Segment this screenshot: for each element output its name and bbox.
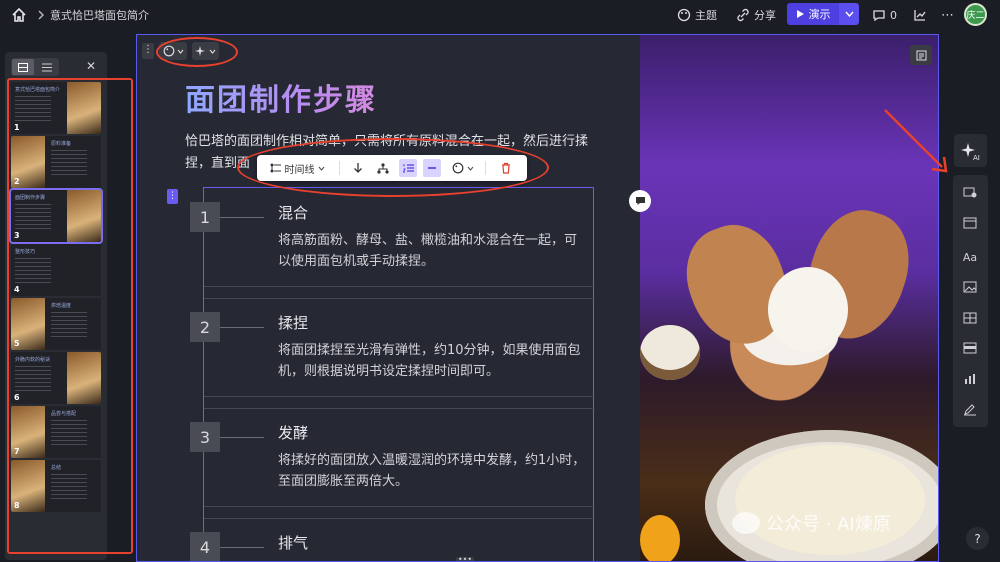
annotation-box-thumbnails [7,78,133,554]
close-panel-button[interactable]: ✕ [86,59,96,73]
step-divider [204,518,595,519]
annotation-oval-floating-toolbar [237,138,549,197]
step-connector-line [220,217,264,218]
grid-view-tab[interactable] [12,59,34,75]
step-divider [204,396,595,397]
thumbnail-view-tabs [11,58,59,76]
ai-assistant-button[interactable]: AI [954,134,987,167]
image-settings-button[interactable] [910,45,932,65]
document-title[interactable]: 意式恰巴塔面包简介 [50,7,149,23]
svg-text:AI: AI [973,154,980,161]
slide-heading[interactable]: 面团制作步骤 [185,75,377,119]
ai-sparkle-icon: AI [960,142,980,161]
insert-image-button[interactable] [962,279,978,295]
watermark-text: 公众号 · AI煉原 [766,514,891,535]
add-comment-bubble[interactable] [629,190,651,212]
image-menu-icon [916,50,926,60]
layout-icon [963,217,977,229]
insert-table-button[interactable] [962,340,978,356]
bar-chart-icon [965,374,975,384]
theme-label: 主题 [695,9,717,22]
comment-count: 0 [890,8,897,22]
block-drag-handle[interactable]: ⋮ [167,189,178,204]
slide-canvas[interactable]: ⋮ 面团制作步骤 恰巴塔的面团制作相对简单，只需将所有原料混合在一起，然后进行揉… [136,34,939,562]
pencil-icon [964,404,976,416]
edit-button[interactable] [962,402,978,418]
comments-button[interactable]: 0 [872,5,897,25]
step-number-badge: 2 [190,312,220,342]
step-title[interactable]: 混合 [278,202,308,223]
step-description[interactable]: 将面团揉捏至光滑有弹性，约10分钟，如果使用面包机，则根据说明书设定揉捏时间即可… [278,340,588,382]
slide-text-area: ⋮ 面团制作步骤 恰巴塔的面团制作相对简单，只需将所有原料混合在一起，然后进行揉… [137,35,640,561]
chevron-right-icon [38,10,44,20]
add-card-icon [963,187,977,198]
photo-dough-in-bowl [735,445,925,555]
present-label: 演示 [808,8,831,21]
photo-lemon [640,515,680,561]
step-connector-line [220,437,264,438]
more-menu-button[interactable]: ⋯ [941,5,954,25]
layout-button[interactable] [962,215,978,231]
insert-chart-button[interactable] [962,371,978,387]
more-options-handle[interactable]: ••• [456,556,474,561]
photo-dough-ball [768,267,848,352]
step-divider [204,408,595,409]
grid-icon [18,62,28,72]
annotation-arrow [884,109,948,173]
wechat-icon [732,512,760,534]
table-icon [963,342,977,354]
home-icon[interactable] [11,7,27,23]
image-icon [963,281,977,293]
gallery-icon [963,312,977,324]
present-dropdown-button[interactable] [839,3,859,25]
annotation-oval-slide-tools [156,37,238,67]
palette-icon [677,8,691,22]
photo-small-bowl [640,325,700,380]
theme-button[interactable]: 主题 [677,5,717,25]
share-button[interactable]: 分享 [736,5,776,25]
present-button[interactable]: 演示 [787,3,839,25]
chevron-down-icon [844,11,854,17]
add-card-button[interactable] [962,184,978,200]
list-view-tab[interactable] [36,59,58,75]
link-icon [737,8,749,22]
chart-icon [914,10,926,21]
text-style-button[interactable]: Aa [962,249,978,265]
slide-menu-handle[interactable]: ⋮ [142,43,154,59]
more-dots-icon: ⋯ [941,7,954,23]
list-icon [42,63,52,71]
step-divider [204,298,595,299]
timeline-block[interactable]: 1 混合将高筋面粉、酵母、盐、橄榄油和水混合在一起，可以使用面包机或手动揉捏。 2 揉… [190,187,595,561]
watermark: 公众号 · AI煉原 [732,510,891,536]
share-label: 分享 [754,9,776,22]
insert-toolbar: Aa [953,175,988,427]
step-divider [204,286,595,287]
step-title[interactable]: 排气 [278,532,308,553]
step-connector-line [220,327,264,328]
play-icon [796,10,804,18]
step-divider [204,506,595,507]
help-button[interactable]: ? [966,527,989,550]
comment-icon [635,197,645,205]
step-number-badge: 4 [190,532,220,561]
step-description[interactable]: 将高筋面粉、酵母、盐、橄榄油和水混合在一起，可以使用面包机或手动揉捏。 [278,230,588,272]
insert-gallery-button[interactable] [962,310,978,326]
step-title[interactable]: 发酵 [278,422,308,443]
step-connector-line [220,547,264,548]
analytics-button[interactable] [913,5,927,25]
user-avatar[interactable]: 庆二 [964,3,987,26]
step-number-badge: 1 [190,202,220,232]
top-bar: 意式恰巴塔面包简介 主题 分享 演示 0 ⋯ 庆二 [0,0,1000,30]
comment-icon [873,10,885,22]
step-title[interactable]: 揉捏 [278,312,308,333]
step-number-badge: 3 [190,422,220,452]
text-format-icon: Aa [962,250,978,264]
step-description[interactable]: 将揉好的面团放入温暖湿润的环境中发酵，约1小时，至面团膨胀至两倍大。 [278,450,588,492]
